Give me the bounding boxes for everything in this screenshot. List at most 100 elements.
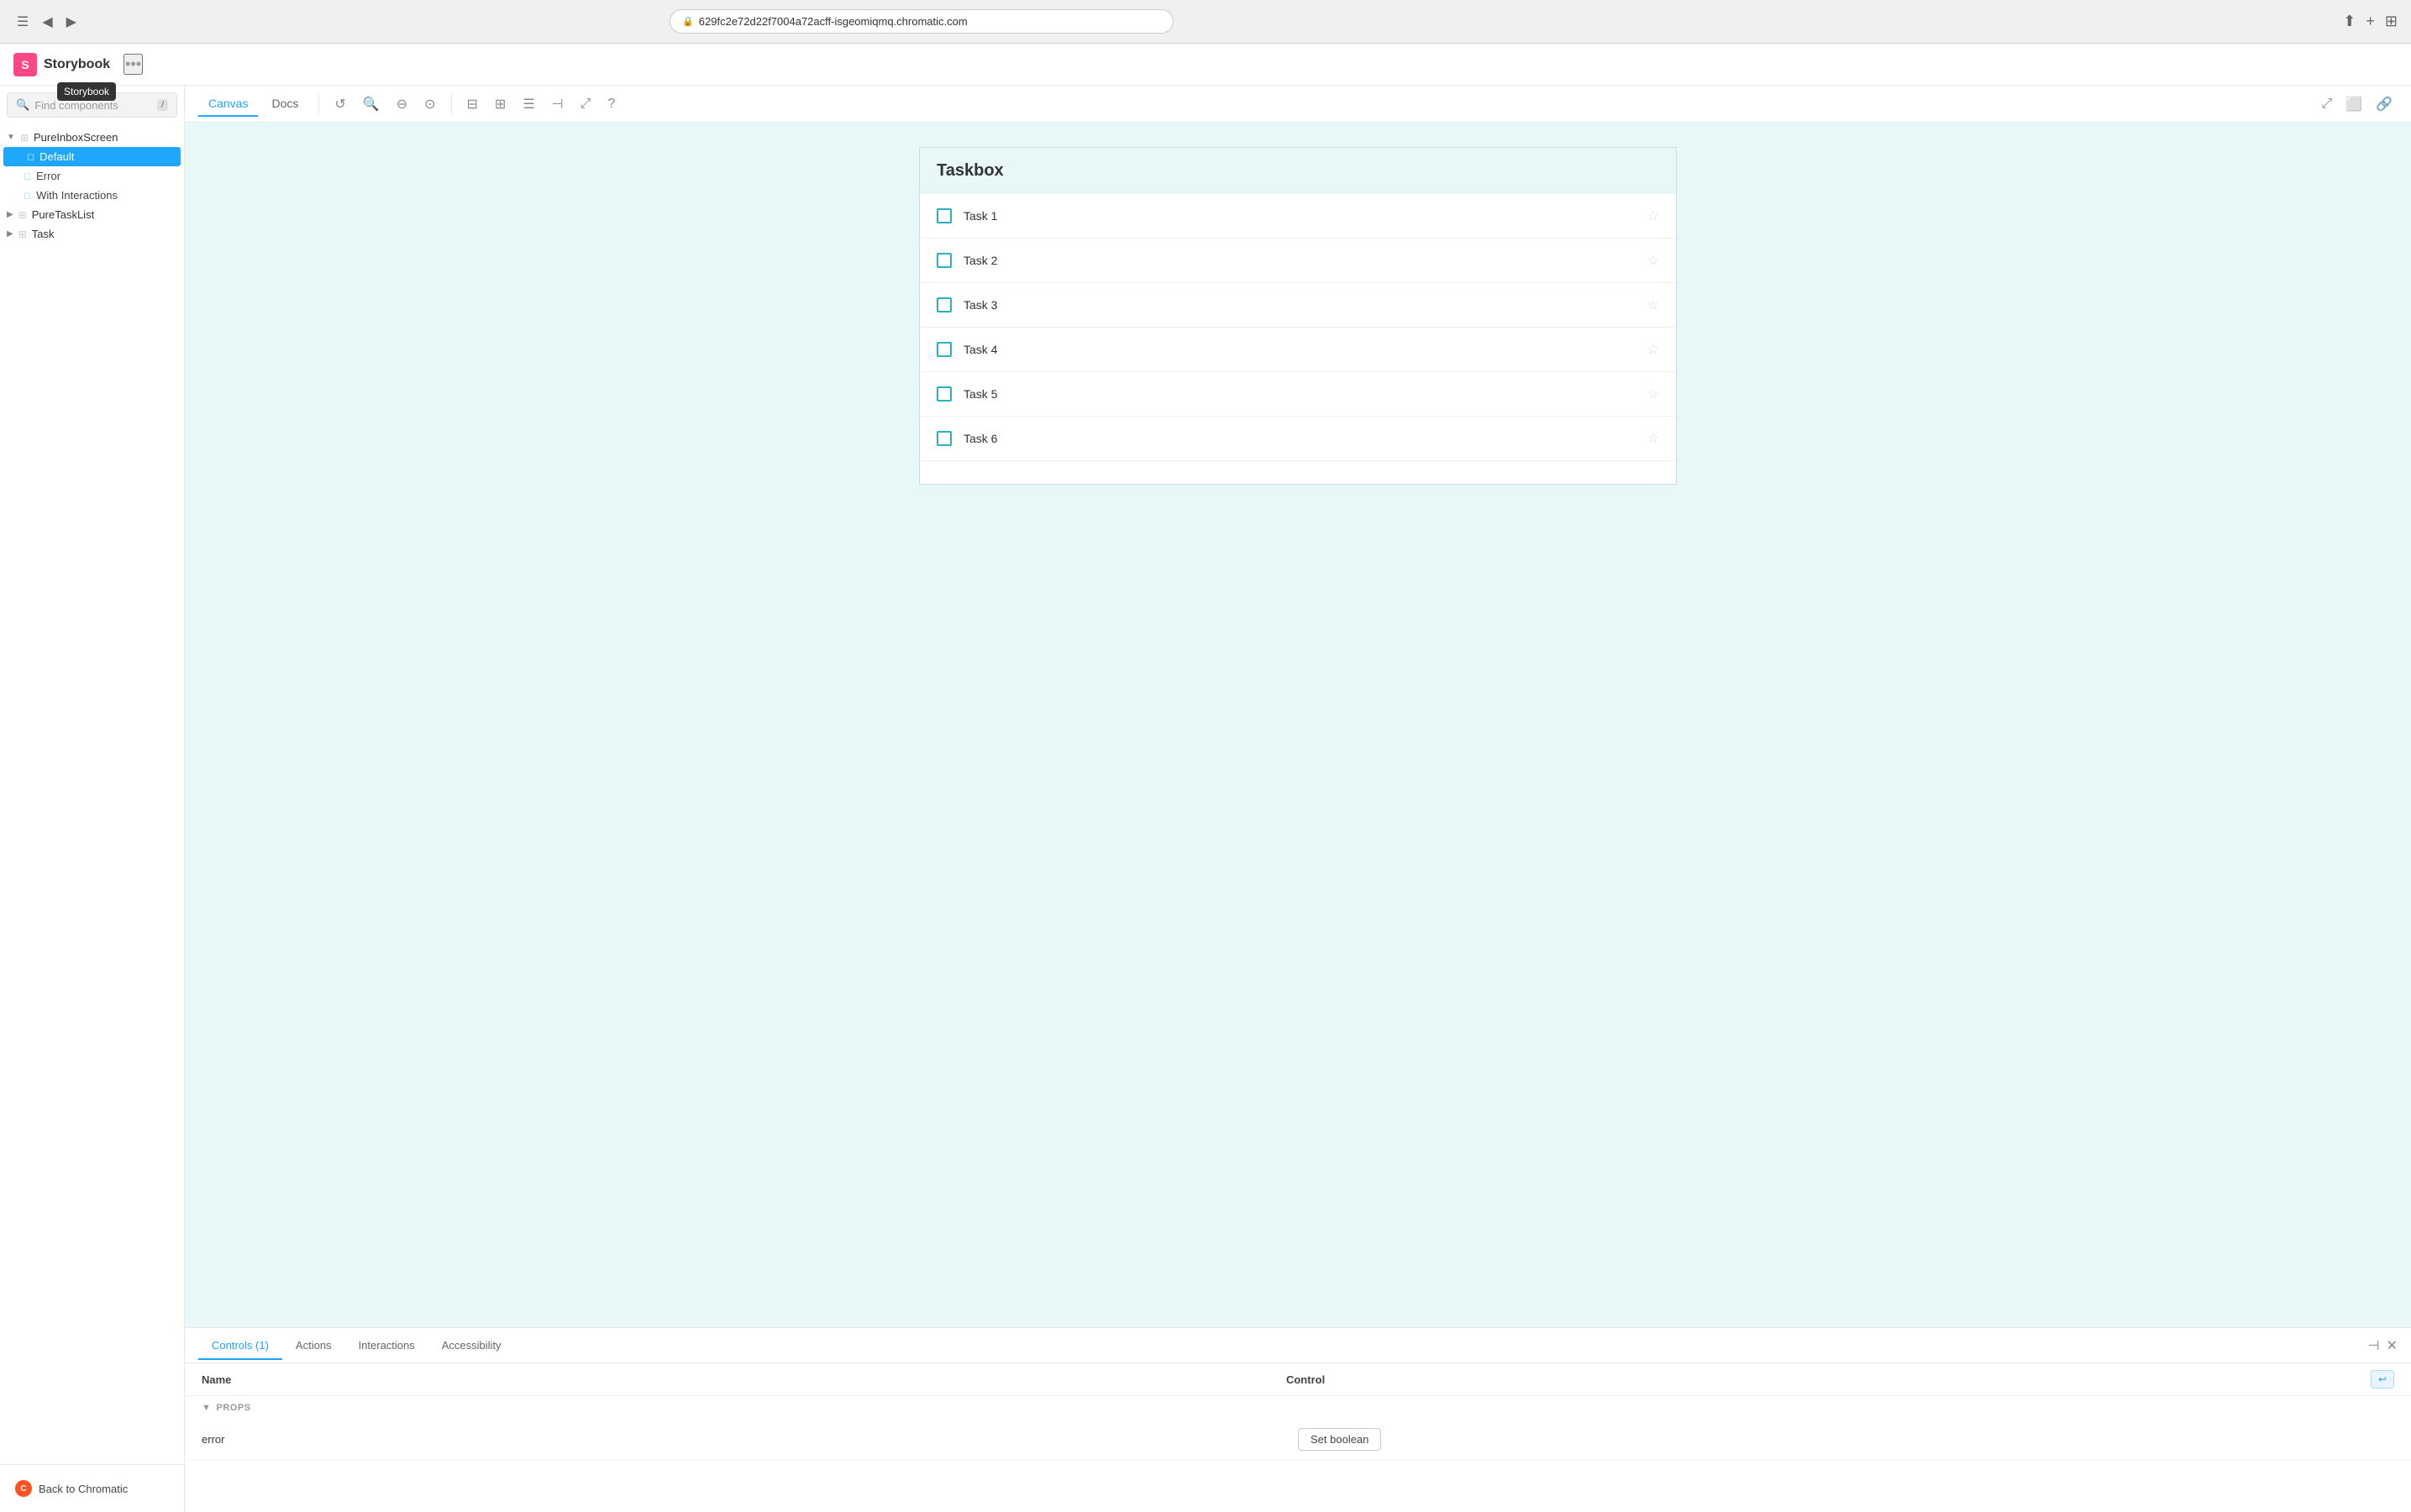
task-checkbox-5[interactable] [937, 386, 952, 402]
main-panel: Canvas Docs ↺ 🔍 ⊖ ⊙ ⊟ ⊞ ☰ ⊣ ⤢ ? ⤢ ⬜ 🔗 [185, 86, 2411, 1512]
sidebar-item-with-interactions[interactable]: ◻ With Interactions [0, 186, 184, 205]
task-checkbox-3[interactable] [937, 297, 952, 312]
grid-button[interactable]: ⊞ [2385, 13, 2398, 30]
content-area: 🔍 Find components / ▼ ⊞ PureInboxScreen … [0, 86, 2411, 1512]
group-label: Task [32, 228, 55, 240]
chevron-down-icon: ▼ [7, 133, 15, 142]
split-view-icon[interactable]: ⊣ [547, 92, 569, 116]
task-label-2: Task 2 [964, 254, 1636, 267]
help-icon[interactable]: ? [602, 93, 620, 115]
task-checkbox-1[interactable] [937, 208, 952, 223]
task-star-5[interactable]: ☆ [1647, 386, 1659, 402]
task-list: Task 1 ☆ Task 2 ☆ Task 3 ☆ [920, 194, 1676, 461]
grid-view-icon[interactable]: ⊟ [462, 92, 483, 116]
bottom-panel: Controls (1) Actions Interactions Access… [185, 1327, 2411, 1512]
copy-link-icon[interactable]: 🔗 [2371, 92, 2398, 116]
storybook-logo-icon: S [13, 53, 37, 76]
bottom-tab-right-controls: ⊣ ✕ [2368, 1337, 2398, 1354]
fullscreen-icon[interactable]: ⤢ [575, 93, 596, 115]
task-star-3[interactable]: ☆ [1647, 297, 1659, 313]
props-row-error: error Set boolean [185, 1420, 2411, 1460]
sidebar: 🔍 Find components / ▼ ⊞ PureInboxScreen … [0, 86, 185, 1512]
table-row: Task 1 ☆ [920, 194, 1676, 239]
refresh-icon[interactable]: ↺ [329, 92, 350, 116]
tab-actions[interactable]: Actions [282, 1332, 345, 1360]
task-star-2[interactable]: ☆ [1647, 252, 1659, 269]
url-text: 629fc2e72d22f7004a72acff-isgeomiqmq.chro… [699, 15, 968, 28]
task-star-1[interactable]: ☆ [1647, 207, 1659, 224]
address-bar[interactable]: 🔒 629fc2e72d22f7004a72acff-isgeomiqmq.ch… [670, 9, 1174, 34]
table-row: Task 4 ☆ [920, 328, 1676, 372]
toolbar-divider-2 [451, 94, 452, 114]
storybook-tooltip: Storybook [57, 82, 116, 101]
task-label-3: Task 3 [964, 298, 1636, 312]
task-label-4: Task 4 [964, 343, 1636, 356]
controls-name-col: Name [202, 1373, 1286, 1386]
expand-icon[interactable]: ⤢ [2316, 92, 2337, 116]
sidebar-toggle-button[interactable]: ☰ [13, 10, 32, 34]
story-title: Taskbox [920, 148, 1676, 194]
nav-group-header-pure-inbox-screen[interactable]: ▼ ⊞ PureInboxScreen [0, 128, 184, 147]
group-label: PureInboxScreen [34, 131, 118, 144]
set-boolean-button[interactable]: Set boolean [1298, 1428, 1381, 1451]
back-button[interactable]: ◀ [39, 10, 55, 34]
reset-controls-button[interactable]: ↩ [2371, 1370, 2394, 1389]
zoom-reset-icon[interactable]: ⊙ [419, 92, 440, 116]
share-button[interactable]: ⬆ [2343, 13, 2356, 30]
nav-group-header-task[interactable]: ▶ ⊞ Task [0, 224, 184, 244]
task-star-6[interactable]: ☆ [1647, 430, 1659, 447]
forward-button[interactable]: ▶ [63, 10, 80, 34]
close-panel-icon[interactable]: ✕ [2387, 1337, 2398, 1354]
tab-controls[interactable]: Controls (1) [198, 1332, 282, 1360]
back-to-chromatic-button[interactable]: C Back to Chromatic [10, 1475, 174, 1502]
table-row: Task 2 ☆ [920, 239, 1676, 283]
sidebar-item-error[interactable]: ◻ Error [0, 166, 184, 186]
nav-group-header-pure-task-list[interactable]: ▶ ⊞ PureTaskList [0, 205, 184, 224]
nav-item-label: With Interactions [36, 189, 118, 202]
table-row: Task 3 ☆ [920, 283, 1676, 328]
group-icon: ⊞ [20, 132, 29, 144]
tile-view-icon[interactable]: ⊞ [490, 92, 511, 116]
chevron-right-icon: ▶ [7, 229, 13, 239]
controls-panel: Name Control ↩ ▼ PROPS error Set boolean [185, 1363, 2411, 1512]
external-link-icon[interactable]: ⬜ [2340, 92, 2367, 116]
story-icon: ◻ [27, 151, 34, 162]
task-checkbox-4[interactable] [937, 342, 952, 357]
storybook-menu-button[interactable]: ••• [123, 54, 143, 75]
task-checkbox-6[interactable] [937, 431, 952, 446]
task-checkbox-2[interactable] [937, 253, 952, 268]
tab-docs[interactable]: Docs [261, 92, 308, 117]
browser-right-controls: ⬆ + ⊞ [2343, 13, 2398, 30]
split-panel-icon[interactable]: ⊣ [2368, 1337, 2380, 1354]
bottom-tabs: Controls (1) Actions Interactions Access… [185, 1328, 2411, 1363]
group-icon: ⊞ [18, 209, 27, 221]
new-tab-button[interactable]: + [2366, 13, 2375, 30]
task-star-4[interactable]: ☆ [1647, 341, 1659, 358]
task-label-1: Task 1 [964, 209, 1636, 223]
chevron-down-icon: ▼ [202, 1403, 211, 1413]
chevron-right-icon: ▶ [7, 210, 13, 219]
story-icon: ◻ [24, 190, 31, 201]
browser-controls: ☰ ◀ ▶ [13, 10, 80, 34]
storybook-logo: S Storybook [13, 53, 110, 76]
search-kbd: / [157, 99, 168, 111]
list-view-icon[interactable]: ☰ [517, 92, 539, 116]
chromatic-icon: C [15, 1480, 32, 1497]
sidebar-item-default[interactable]: ◻ Default [3, 147, 181, 166]
nav-item-label: Default [39, 150, 74, 163]
zoom-out-icon[interactable]: ⊖ [391, 92, 412, 116]
lock-icon: 🔒 [682, 16, 694, 27]
group-label: PureTaskList [32, 208, 94, 221]
prop-control-error: Set boolean [1298, 1428, 2394, 1451]
app: S Storybook Storybook ••• 🔍 Find compone… [0, 44, 2411, 1512]
toolbar-divider [318, 94, 319, 114]
controls-header: Name Control ↩ [185, 1363, 2411, 1396]
storybook-logo-text: Storybook [44, 57, 110, 72]
zoom-in-icon[interactable]: 🔍 [358, 92, 385, 116]
task-label-6: Task 6 [964, 432, 1636, 445]
tab-interactions[interactable]: Interactions [345, 1332, 428, 1360]
toolbar-right: ⤢ ⬜ 🔗 [2316, 92, 2398, 116]
tab-canvas[interactable]: Canvas [198, 92, 258, 117]
tab-accessibility[interactable]: Accessibility [428, 1332, 515, 1360]
search-icon: 🔍 [16, 98, 29, 112]
